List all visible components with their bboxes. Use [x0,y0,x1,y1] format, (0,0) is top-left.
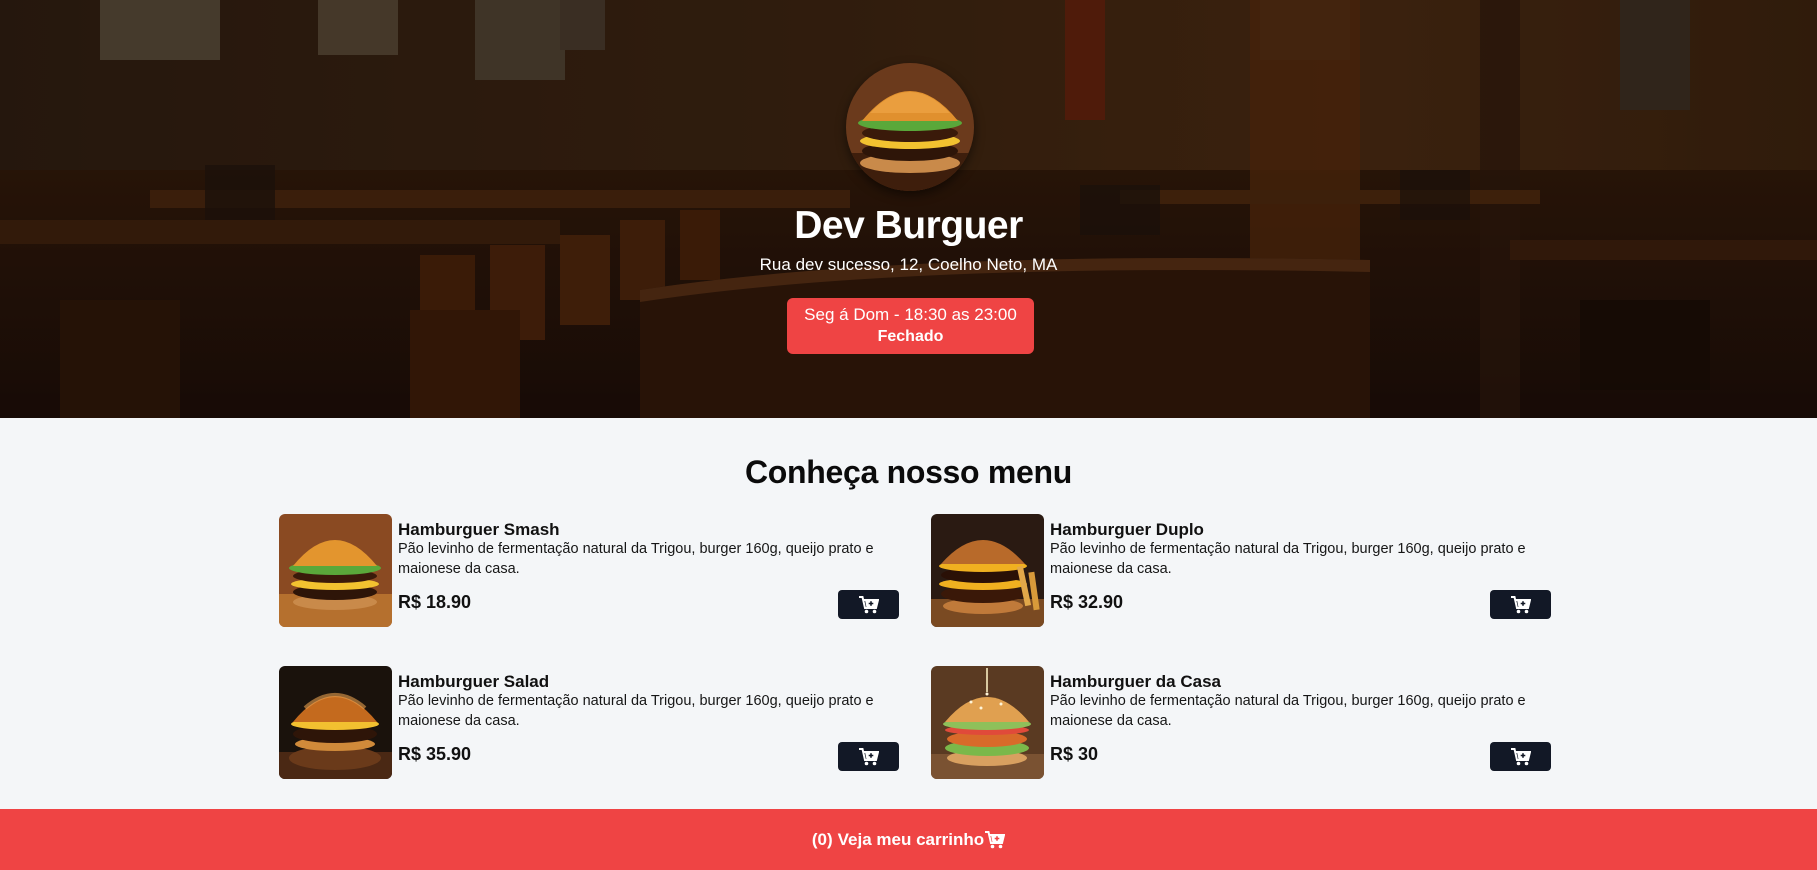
opening-hours-badge: Seg á Dom - 18:30 as 23:00 Fechado [787,298,1034,354]
menu-item: Hamburguer Smash Pão levinho de fermenta… [279,514,899,630]
menu-item-price: R$ 18.90 [398,592,472,612]
brand-address: Rua dev sucesso, 12, Coelho Neto, MA [759,255,1058,274]
view-cart-label: Veja meu carrinho [837,829,985,849]
menu-item-price: R$ 32.90 [1050,592,1124,612]
menu-item-image [279,514,392,627]
menu-item-description: Pão levinho de fermentação natural da Tr… [1050,693,1526,729]
menu-item: Hamburguer Salad Pão levinho de fermenta… [279,666,899,782]
add-to-cart-button[interactable] [838,590,899,619]
burger-salad-image [279,666,392,779]
cart-plus-icon [858,747,879,765]
menu-item-description: Pão levinho de fermentação natural da Tr… [398,541,874,577]
view-cart-button[interactable]: (0) Veja meu carrinho [0,809,1817,870]
brand-logo [846,63,974,191]
hero-content: Dev Burguer Rua dev sucesso, 12, Coelho … [0,0,1817,418]
menu-item-image [279,666,392,779]
cart-plus-icon [1510,595,1531,613]
cart-plus-icon [858,595,879,613]
open-status-text: Fechado [877,328,944,345]
menu-item: Hamburguer da Casa Pão levinho de fermen… [931,666,1551,782]
cart-plus-icon [1510,747,1531,765]
add-to-cart-button[interactable] [838,742,899,771]
hero-banner: Dev Burguer Rua dev sucesso, 12, Coelho … [0,0,1817,418]
menu-item-price: R$ 30 [1050,744,1099,764]
menu-item: Hamburguer Duplo Pão levinho de fermenta… [931,514,1551,630]
cart-count: (0) [811,829,833,849]
menu-item-description: Pão levinho de fermentação natural da Tr… [1050,541,1526,577]
menu-item-image [931,514,1044,627]
add-to-cart-button[interactable] [1490,590,1551,619]
menu-section-title: Conheça nosso menu [744,454,1073,490]
add-to-cart-button[interactable] [1490,742,1551,771]
menu-item-price: R$ 35.90 [398,744,472,764]
menu-item-image [931,666,1044,779]
burger-da-casa-image [931,666,1044,779]
cart-icon [985,830,1006,848]
burger-duplo-image [931,514,1044,627]
brand-title: Dev Burguer [794,204,1023,247]
opening-hours-text: Seg á Dom - 18:30 as 23:00 [804,305,1017,324]
menu-item-description: Pão levinho de fermentação natural da Tr… [398,693,874,729]
burger-logo-image [846,63,974,191]
burger-smash-image [279,514,392,627]
